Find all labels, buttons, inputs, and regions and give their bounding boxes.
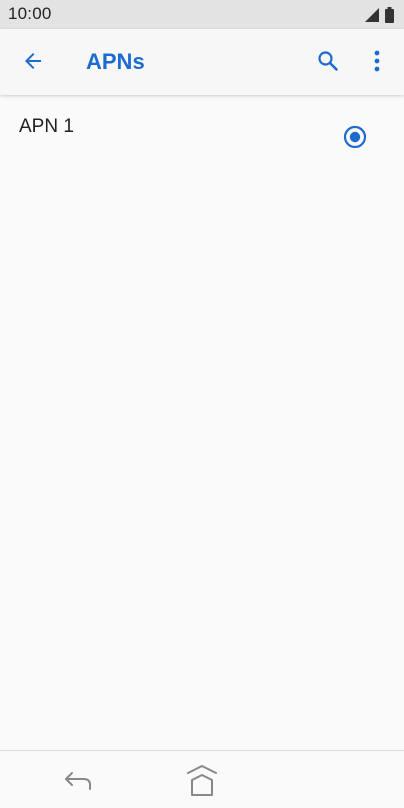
- search-icon: [316, 49, 340, 78]
- screen: 10:00 APNs APN 1: [0, 0, 404, 808]
- more-vert-icon: [373, 49, 381, 78]
- apn-label: APN 1: [19, 116, 74, 137]
- status-time: 10:00: [8, 4, 52, 23]
- nav-back-icon[interactable]: [62, 767, 94, 795]
- app-bar: APNs: [0, 29, 404, 95]
- back-button[interactable]: [16, 46, 50, 80]
- page-title: APNs: [86, 49, 145, 74]
- apn-radio-button[interactable]: [343, 125, 367, 149]
- status-bar: 10:00: [0, 0, 404, 29]
- battery-icon: [385, 7, 394, 28]
- more-options-button[interactable]: [362, 46, 392, 80]
- status-icons: [365, 7, 394, 28]
- arrow-back-icon: [21, 49, 45, 78]
- cell-signal-icon: [365, 8, 379, 27]
- navigation-bar: [0, 750, 404, 808]
- apn-list-item[interactable]: APN 1: [0, 96, 404, 180]
- nav-home-icon[interactable]: [184, 763, 220, 797]
- radio-selected-icon: [343, 125, 367, 149]
- search-button[interactable]: [311, 46, 345, 80]
